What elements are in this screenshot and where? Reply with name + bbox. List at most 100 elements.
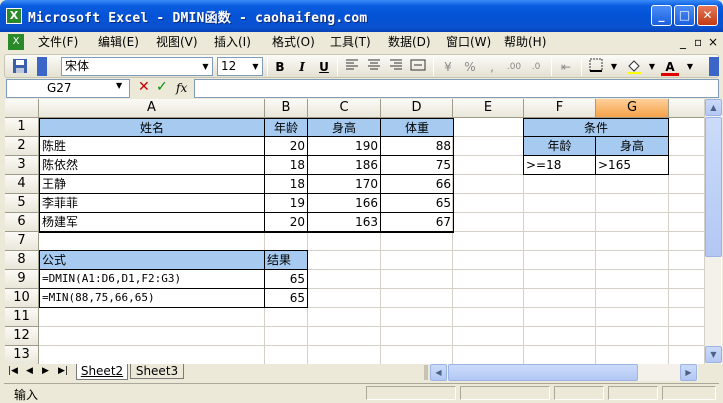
indent-icon[interactable]: ⇤ (557, 58, 575, 76)
fill-color-icon[interactable] (625, 58, 643, 76)
row-header-9[interactable]: 9 (5, 270, 39, 289)
cell-c5[interactable]: 166 (307, 193, 381, 213)
chevron-down-icon[interactable]: ▼ (249, 58, 262, 75)
name-box[interactable]: G27 (6, 79, 130, 98)
align-center-icon[interactable] (365, 58, 383, 76)
decrease-decimal-icon[interactable]: .0 (527, 58, 545, 76)
row-header-5[interactable]: 5 (5, 194, 39, 213)
cell-d3[interactable]: 75 (380, 155, 454, 175)
font-size-select[interactable]: 12 ▼ (217, 57, 263, 76)
workbook-icon[interactable]: X (8, 34, 24, 50)
tab-sheet2[interactable]: Sheet2 (76, 364, 128, 380)
cell-b1[interactable]: 年龄 (264, 118, 308, 137)
cell-d6[interactable]: 67 (380, 212, 454, 232)
increase-decimal-icon[interactable]: .00 (505, 58, 523, 76)
cell-d5[interactable]: 65 (380, 193, 454, 213)
cell-b10[interactable]: 65 (264, 288, 308, 308)
font-name-select[interactable]: 宋体 ▼ (61, 57, 213, 76)
row-header-7[interactable]: 7 (5, 232, 39, 251)
row-header-6[interactable]: 6 (5, 213, 39, 232)
column-header-g[interactable]: G (596, 99, 669, 118)
cell-g3[interactable]: >165 (595, 155, 669, 175)
cell-a2[interactable]: 陈胜 (39, 136, 265, 156)
cell-a4[interactable]: 王静 (39, 174, 265, 194)
menu-data[interactable]: 数据(D) (384, 33, 435, 51)
menu-tools[interactable]: 工具(T) (326, 33, 375, 51)
scroll-down-icon[interactable]: ▼ (705, 346, 722, 363)
cell-b9[interactable]: 65 (264, 269, 308, 289)
cell-a9[interactable]: =DMIN(A1:D6,D1,F2:G3) (39, 269, 265, 289)
italic-button[interactable]: I (293, 58, 311, 76)
column-header-b[interactable]: B (265, 99, 308, 118)
menu-insert[interactable]: 插入(I) (210, 33, 255, 51)
toolbar-grip-icon[interactable] (37, 57, 47, 76)
cell-a1[interactable]: 姓名 (39, 118, 265, 137)
formula-input[interactable] (194, 79, 719, 98)
row-header-13[interactable]: 13 (5, 346, 39, 364)
column-header-c[interactable]: C (308, 99, 381, 118)
borders-icon[interactable] (587, 58, 605, 76)
enter-edit-button[interactable]: ✓ (156, 79, 168, 95)
maximize-button[interactable]: □ (674, 5, 695, 26)
horizontal-scrollbar[interactable]: ◀ ▶ (430, 364, 698, 381)
scroll-right-icon[interactable]: ▶ (680, 364, 697, 381)
first-sheet-icon[interactable]: |◀ (8, 366, 18, 376)
row-header-1[interactable]: 1 (5, 118, 39, 137)
align-right-icon[interactable] (387, 58, 405, 76)
tab-split-handle[interactable] (424, 365, 428, 380)
chevron-down-icon[interactable]: ▼ (199, 58, 212, 75)
bold-button[interactable]: B (271, 58, 289, 76)
scroll-left-icon[interactable]: ◀ (430, 364, 447, 381)
percent-button[interactable]: % (461, 58, 479, 76)
horizontal-scroll-thumb[interactable] (448, 364, 638, 381)
currency-icon[interactable]: ¥ (439, 58, 457, 76)
cell-f2[interactable]: 年龄 (523, 136, 596, 156)
save-icon[interactable] (11, 58, 29, 76)
tab-sheet3[interactable]: Sheet3 (130, 364, 184, 379)
doc-minimize-button[interactable]: _ (676, 33, 690, 51)
excel-app-icon[interactable]: X (6, 8, 22, 24)
comma-style-button[interactable]: , (483, 58, 501, 76)
column-header-h[interactable] (669, 99, 709, 118)
menu-format[interactable]: 格式(O) (268, 33, 319, 51)
cancel-edit-button[interactable]: ✕ (138, 79, 150, 95)
cell-f3[interactable]: >=18 (523, 155, 596, 175)
menu-window[interactable]: 窗口(W) (442, 33, 495, 51)
select-all-corner[interactable] (5, 99, 39, 118)
cell-c4[interactable]: 170 (307, 174, 381, 194)
close-button[interactable]: ✕ (697, 5, 718, 26)
minimize-button[interactable]: _ (651, 5, 672, 26)
row-header-11[interactable]: 11 (5, 308, 39, 327)
chevron-down-icon[interactable]: ▼ (605, 58, 623, 76)
cell-d4[interactable]: 66 (380, 174, 454, 194)
cell-b8[interactable]: 结果 (264, 250, 308, 270)
cell-c2[interactable]: 190 (307, 136, 381, 156)
column-header-a[interactable]: A (39, 99, 265, 118)
menu-edit[interactable]: 编辑(E) (94, 33, 143, 51)
row-header-10[interactable]: 10 (5, 289, 39, 308)
last-sheet-icon[interactable]: ▶| (58, 366, 68, 376)
column-header-f[interactable]: F (524, 99, 596, 118)
vertical-scroll-thumb[interactable] (705, 117, 722, 257)
cell-b6[interactable]: 20 (264, 212, 308, 232)
cell-f1-criteria-title[interactable]: 条件 (523, 118, 669, 137)
row-header-12[interactable]: 12 (5, 327, 39, 346)
cell-c1[interactable]: 身高 (307, 118, 381, 137)
vertical-scrollbar[interactable]: ▲ ▼ (704, 99, 722, 364)
cell-c3[interactable]: 186 (307, 155, 381, 175)
cell-a6[interactable]: 杨建军 (39, 212, 265, 232)
merge-center-icon[interactable] (409, 58, 427, 76)
insert-function-button[interactable]: fx (176, 81, 187, 95)
cell-c6[interactable]: 163 (307, 212, 381, 232)
row-header-2[interactable]: 2 (5, 137, 39, 156)
align-left-icon[interactable] (343, 58, 361, 76)
row-header-3[interactable]: 3 (5, 156, 39, 175)
chevron-down-icon[interactable]: ▼ (643, 58, 661, 76)
cell-d2[interactable]: 88 (380, 136, 454, 156)
row-header-8[interactable]: 8 (5, 251, 39, 270)
underline-button[interactable]: U (315, 58, 333, 76)
font-color-button[interactable]: A (661, 58, 679, 76)
chevron-down-icon[interactable]: ▼ (116, 81, 122, 90)
chevron-down-icon[interactable]: ▼ (681, 58, 699, 76)
column-header-d[interactable]: D (381, 99, 453, 118)
